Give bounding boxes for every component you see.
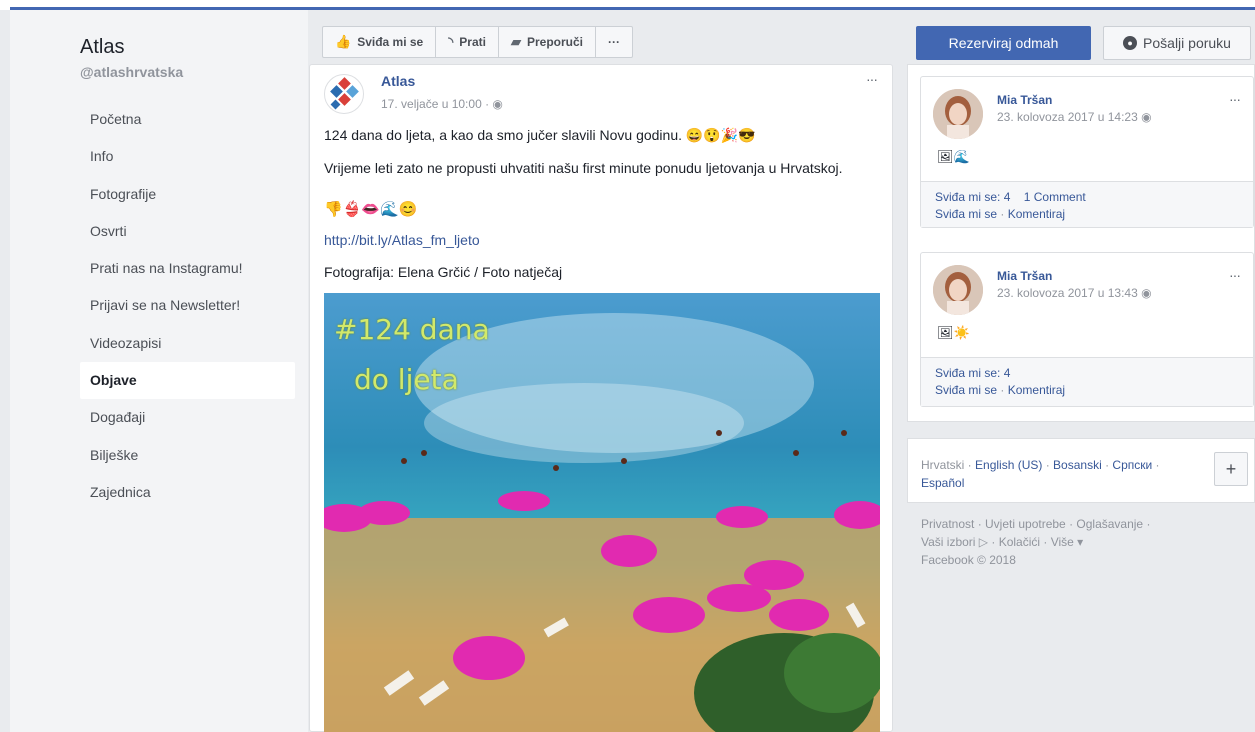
speech-bubble-icon: ▰ <box>510 34 521 49</box>
nav-item-biljeske[interactable]: Bilješke <box>80 437 295 474</box>
user-avatar[interactable] <box>933 265 983 315</box>
recommend-button[interactable]: ▰ Preporuči <box>499 27 596 57</box>
like-action[interactable]: Sviđa mi se <box>935 383 997 397</box>
image-caption-line-2: do ljeta <box>354 363 459 396</box>
comment-options-button[interactable]: ··· <box>1229 267 1241 283</box>
post-text-line-1: 124 dana do ljeta, a kao da smo jučer sl… <box>324 127 756 143</box>
comment-icons: 🖼☀️ <box>937 325 970 340</box>
post-link[interactable]: http://bit.ly/Atlas_fm_ljeto <box>324 231 869 250</box>
nav-item-instagram[interactable]: Prati nas na Instagramu! <box>80 250 295 287</box>
visitor-post-card: Mia Tršan 23. kolovoza 2017 u 13:43 ◉ ··… <box>920 252 1254 407</box>
nav-item-pocetna[interactable]: Početna <box>80 101 295 138</box>
like-page-label: Sviđa mi se <box>357 35 424 49</box>
recommend-label: Preporuči <box>526 35 583 49</box>
footer-links-line-1[interactable]: Privatnost · Uvjeti upotrebe · Oglašavan… <box>921 515 1221 533</box>
like-page-button[interactable]: 👍 Sviđa mi se <box>323 27 437 57</box>
post-timestamp[interactable]: 17. veljače u 10:00 · ◉ <box>381 97 503 111</box>
comment-footer: Sviđa mi se: 4 Sviđa mi se · Komentiraj <box>921 357 1253 406</box>
comment-options-button[interactable]: ··· <box>1229 91 1241 107</box>
post-photo-credit: Fotografija: Elena Grčić / Foto natječaj <box>324 264 563 280</box>
comment-action[interactable]: Komentiraj <box>1008 207 1065 221</box>
comment-footer: Sviđa mi se: 4 1 Comment Sviđa mi se · K… <box>921 181 1253 227</box>
comment-count[interactable]: 1 Comment <box>1024 190 1086 204</box>
page-name[interactable]: Atlas <box>80 36 124 59</box>
page-handle[interactable]: @atlashrvatska <box>80 64 183 80</box>
post-author[interactable]: Atlas <box>381 73 415 89</box>
language-english[interactable]: English (US) <box>975 458 1042 472</box>
like-action[interactable]: Sviđa mi se <box>935 207 997 221</box>
comment-time-text: 23. kolovoza 2017 u 13:43 <box>997 286 1142 300</box>
post-time-text: 17. veljače u 10:00 · <box>381 97 493 111</box>
page-action-bar: 👍 Sviđa mi se ◝ Prati ▰ Preporuči ··· <box>322 26 633 58</box>
more-languages-button[interactable]: + <box>1214 452 1248 486</box>
footer-copyright: Facebook © 2018 <box>921 553 1016 567</box>
comment-icons: 🖼🌊 <box>937 149 970 164</box>
post-options-button[interactable]: ··· <box>866 71 878 87</box>
language-list: Hrvatski · English (US) · Bosanski · Срп… <box>921 458 1160 490</box>
more-actions-button[interactable]: ··· <box>596 27 632 57</box>
language-current: Hrvatski <box>921 458 965 472</box>
globe-icon: ◉ <box>492 97 503 111</box>
separator: · <box>1000 207 1008 221</box>
commenter-name[interactable]: Mia Tršan <box>997 93 1052 107</box>
nav-item-dogadaji[interactable]: Događaji <box>80 399 295 436</box>
nav-item-newsletter[interactable]: Prijavi se na Newsletter! <box>80 287 295 324</box>
visitor-post-card: Mia Tršan 23. kolovoza 2017 u 14:23 ◉ ··… <box>920 76 1254 228</box>
comment-timestamp[interactable]: 23. kolovoza 2017 u 14:23 ◉ <box>997 110 1152 124</box>
comment-time-text: 23. kolovoza 2017 u 14:23 <box>997 110 1142 124</box>
separator: · <box>1000 383 1008 397</box>
globe-icon: ◉ <box>1141 110 1152 124</box>
messenger-icon: ● <box>1123 36 1138 50</box>
nav-item-fotografije[interactable]: Fotografije <box>80 176 295 213</box>
post-beach-photo[interactable]: #124 dana do ljeta <box>324 293 880 732</box>
post-card: Atlas 17. veljače u 10:00 · ◉ ··· 124 da… <box>309 64 893 732</box>
book-now-button[interactable]: Rezerviraj odmah <box>916 26 1091 60</box>
footer-links-line-2[interactable]: Vaši izbori ▷ · Kolačići · Više ▾ <box>921 533 1221 551</box>
thumbs-up-icon: 👍 <box>335 34 352 49</box>
language-bosanski[interactable]: Bosanski <box>1053 458 1102 472</box>
send-message-label: Pošalji poruku <box>1143 35 1231 51</box>
nav-item-zajednica[interactable]: Zajednica <box>80 474 295 511</box>
post-text-line-2: Vrijeme leti zato ne propusti uhvatiti n… <box>324 160 843 176</box>
more-actions-label: ··· <box>607 35 620 49</box>
post-emoji-row: 👎👙👄🌊😊 <box>324 201 418 218</box>
language-srpski[interactable]: Српски <box>1112 458 1152 472</box>
user-avatar[interactable] <box>933 89 983 139</box>
comment-action[interactable]: Komentiraj <box>1008 383 1065 397</box>
send-message-button[interactable]: ● Pošalji poruku <box>1103 26 1251 60</box>
globe-icon: ◉ <box>1141 286 1152 300</box>
like-count[interactable]: Sviđa mi se: 4 <box>935 366 1010 380</box>
like-count[interactable]: Sviđa mi se: 4 <box>935 190 1010 204</box>
nav-item-info[interactable]: Info <box>80 138 295 175</box>
follow-button[interactable]: ◝ Prati <box>436 27 499 57</box>
nav-item-osvrti[interactable]: Osvrti <box>80 213 295 250</box>
page-nav: Početna Info Fotografije Osvrti Prati na… <box>80 101 295 511</box>
commenter-name[interactable]: Mia Tršan <box>997 269 1052 283</box>
nav-item-videozapisi[interactable]: Videozapisi <box>80 325 295 362</box>
language-selector: Hrvatski · English (US) · Bosanski · Срп… <box>907 438 1255 503</box>
comment-timestamp[interactable]: 23. kolovoza 2017 u 13:43 ◉ <box>997 286 1152 300</box>
atlas-logo-avatar[interactable] <box>324 74 364 114</box>
image-caption-line-1: #124 dana <box>334 313 490 346</box>
rss-icon: ◝ <box>448 34 454 49</box>
nav-item-objave[interactable]: Objave <box>80 362 295 400</box>
site-footer: Privatnost · Uvjeti upotrebe · Oglašavan… <box>921 515 1221 569</box>
follow-label: Prati <box>459 35 486 49</box>
language-espanol[interactable]: Español <box>921 476 964 490</box>
